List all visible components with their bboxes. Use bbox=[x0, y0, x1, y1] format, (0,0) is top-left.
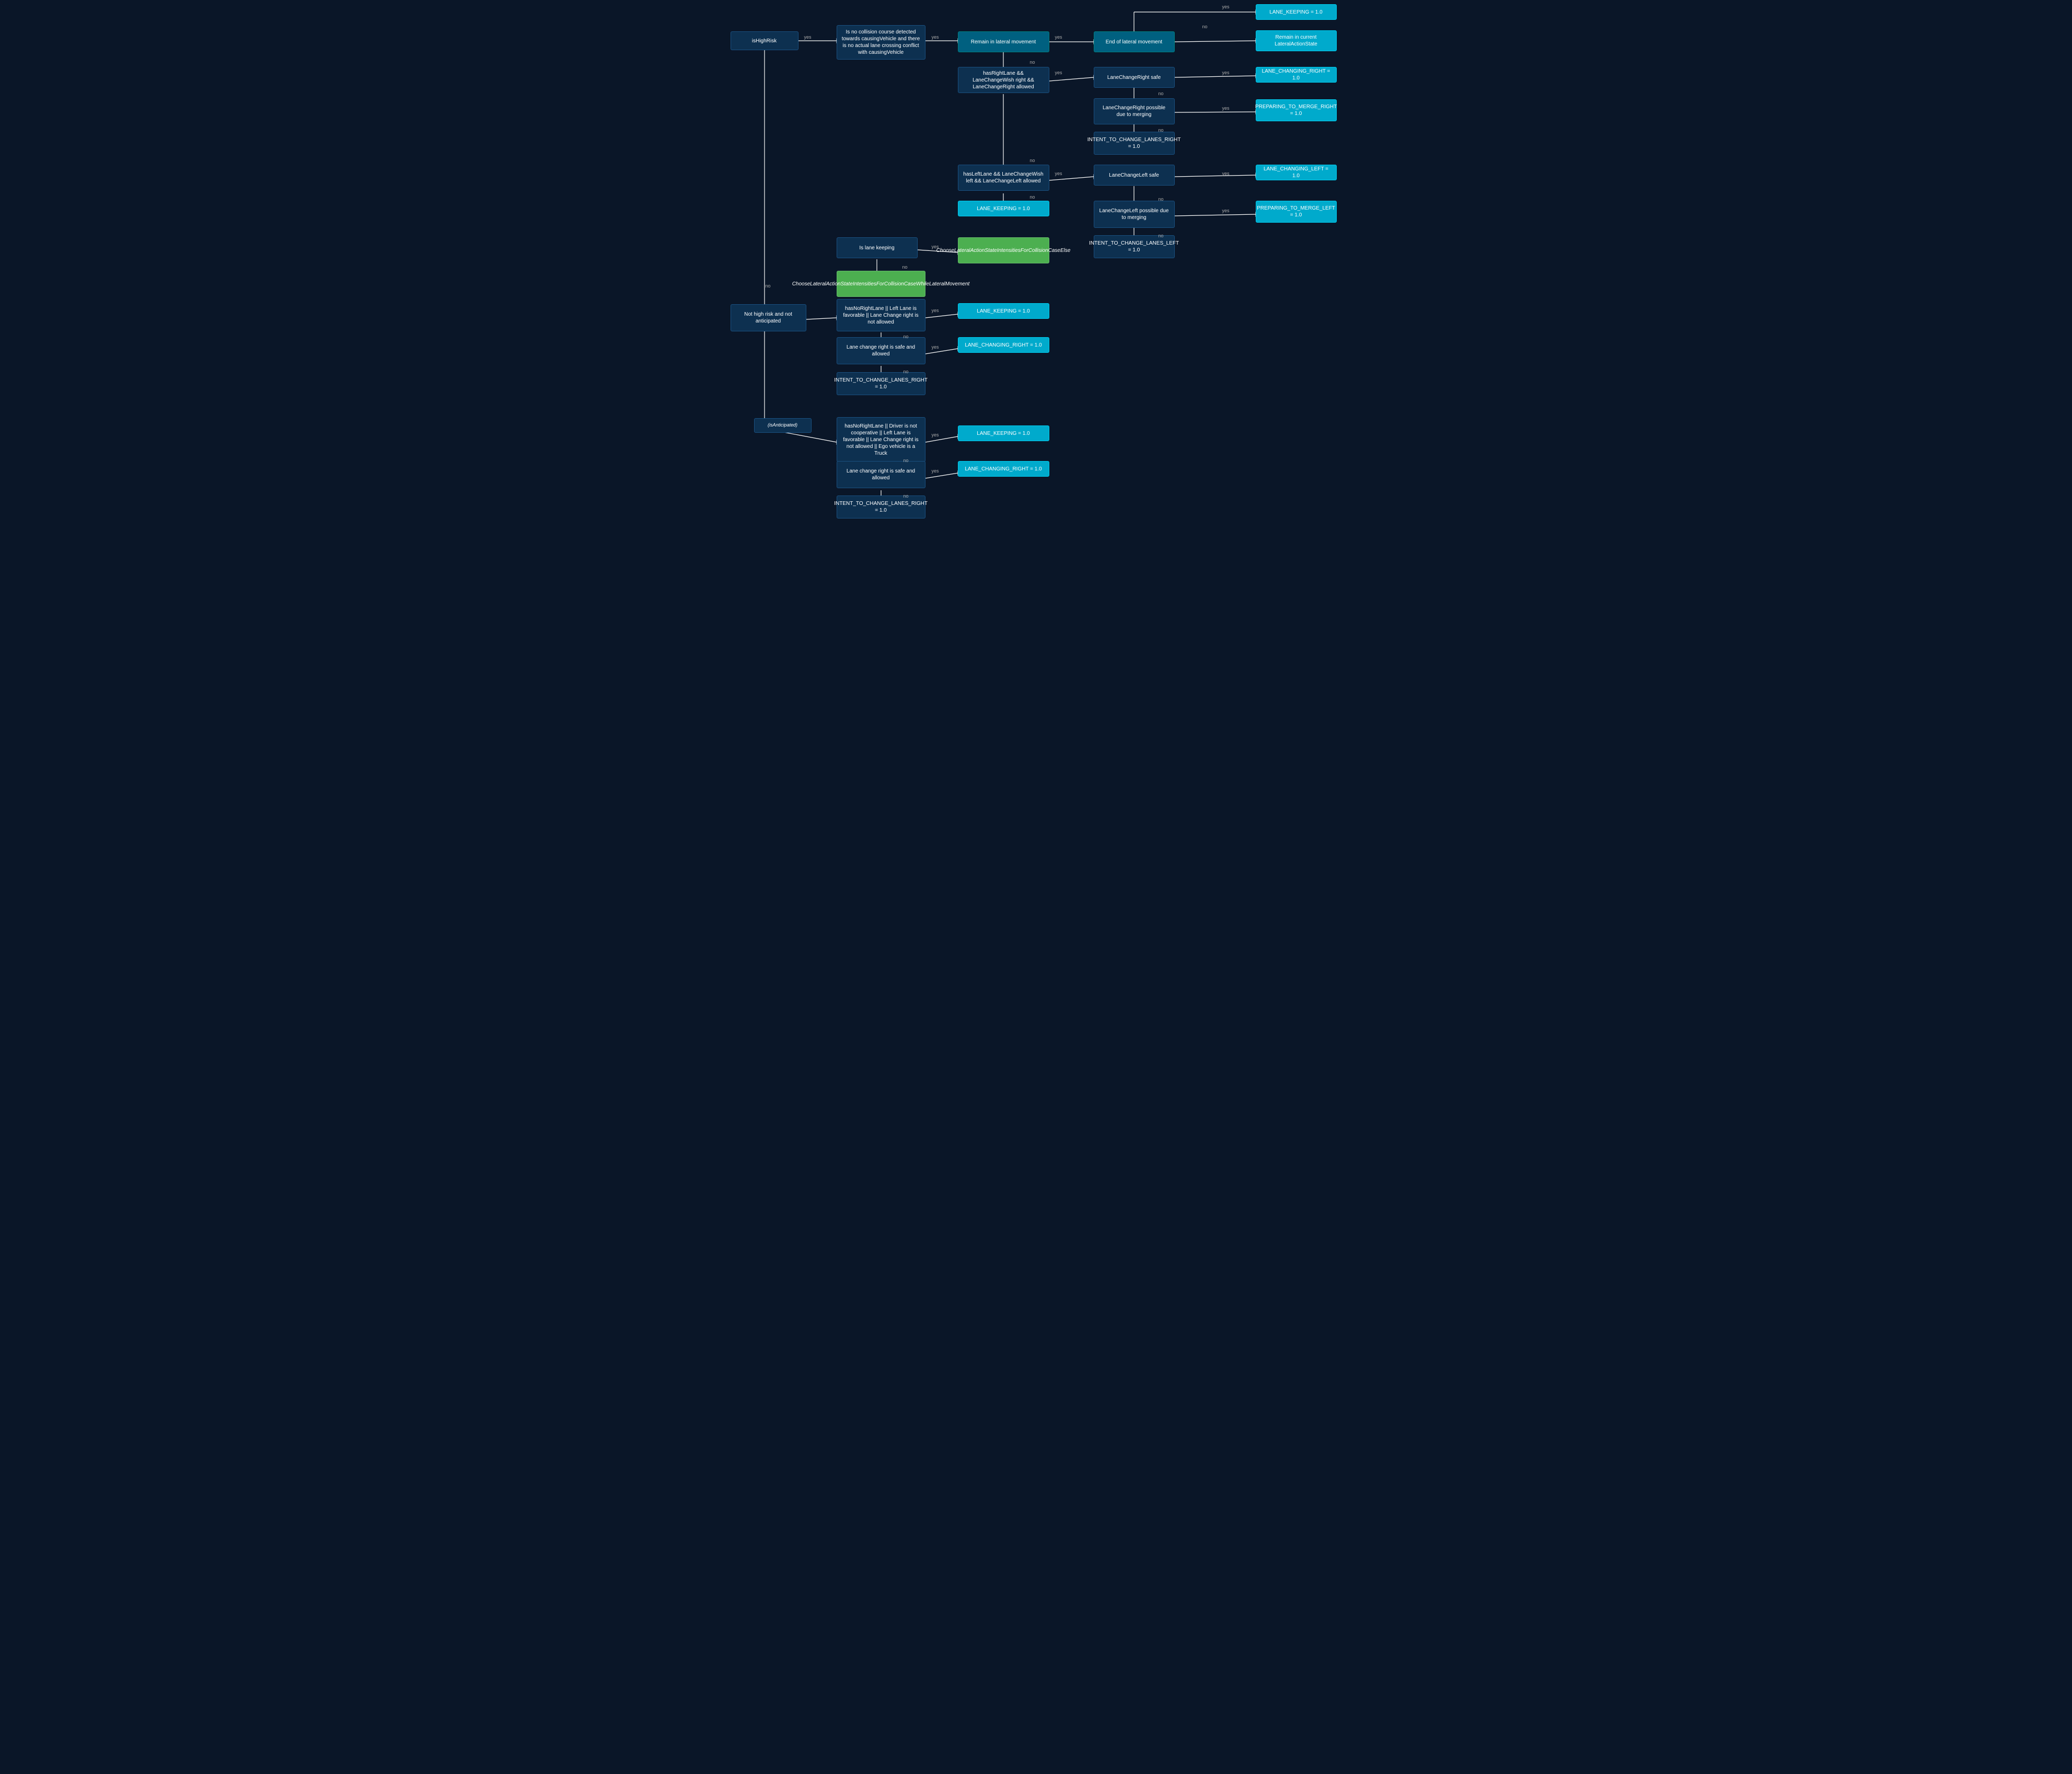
yes-lcrs2-label: yes bbox=[932, 344, 939, 350]
no-merge-l-label: no bbox=[1159, 233, 1164, 238]
intent-change-lanes-left-label: INTENT_TO_CHANGE_LANES_LEFT = 1.0 bbox=[1089, 240, 1179, 254]
preparing-merge-right-node: PREPARING_TO_MERGE_RIGHT = 1.0 bbox=[1256, 99, 1337, 121]
preparing-merge-right-label: PREPARING_TO_MERGE_RIGHT = 1.0 bbox=[1255, 103, 1337, 117]
preparing-merge-left-node: PREPARING_TO_MERGE_LEFT = 1.0 bbox=[1256, 201, 1337, 223]
no-hasright-label: no bbox=[1030, 158, 1035, 163]
lane-change-right-safe3-label: Lane change right is safe and allowed bbox=[841, 468, 921, 481]
is-anticipated-node: (isAnticipated) bbox=[754, 418, 812, 433]
intent-right3-label: INTENT_TO_CHANGE_LANES_RIGHT = 1.0 bbox=[834, 500, 928, 514]
choose-lateral-else-label: ChooseLateralActionStateIntensitiesForCo… bbox=[936, 247, 1071, 254]
yes-merge-l-label: yes bbox=[1222, 208, 1230, 213]
has-no-right-lane1-label: hasNoRightLane || Left Lane is favorable… bbox=[841, 305, 921, 326]
is-anticipated-label: (isAnticipated) bbox=[768, 422, 797, 429]
yes-2-label: yes bbox=[932, 34, 939, 40]
lane-keeping2-node: LANE_KEEPING = 1.0 bbox=[958, 201, 1049, 216]
remain-current-state-node: Remain in current LateralActionState bbox=[1256, 30, 1337, 51]
end-lateral-label: End of lateral movement bbox=[1106, 39, 1162, 45]
has-no-right-lane2-node: hasNoRightLane || Driver is not cooperat… bbox=[837, 417, 925, 462]
no-remain-label: no bbox=[1030, 60, 1035, 65]
remain-lateral-node: Remain in lateral movement bbox=[958, 31, 1049, 52]
lane-change-right-safe-label: LaneChangeRight safe bbox=[1107, 74, 1161, 81]
no-islk-label: no bbox=[902, 264, 908, 270]
yes-lk-label: yes bbox=[1222, 4, 1230, 9]
no-collision-course-node: Is no collision course detected towards … bbox=[837, 25, 925, 60]
no-end-label: no bbox=[1202, 24, 1208, 29]
has-no-right-lane1-node: hasNoRightLane || Left Lane is favorable… bbox=[837, 299, 925, 331]
lane-keeping4-node: LANE_KEEPING = 1.0 bbox=[958, 425, 1049, 441]
lane-change-right-safe2-node: Lane change right is safe and allowed bbox=[837, 337, 925, 364]
lane-changing-right2-node: LANE_CHANGING_RIGHT = 1.0 bbox=[958, 337, 1049, 353]
lane-change-left-safe-label: LaneChangeLeft safe bbox=[1109, 172, 1159, 179]
lane-change-right-merge-node: LaneChangeRight possible due to merging bbox=[1094, 98, 1175, 124]
lane-keeping4-label: LANE_KEEPING = 1.0 bbox=[977, 430, 1029, 437]
yes-nhr2-label: yes bbox=[932, 432, 939, 437]
is-lane-keeping-label: Is lane keeping bbox=[859, 245, 894, 251]
yes-3-label: yes bbox=[1055, 34, 1062, 40]
lane-changing-left-label: LANE_CHANGING_LEFT = 1.0 bbox=[1260, 166, 1332, 179]
no-lcrs3-label: no bbox=[904, 493, 909, 499]
no-lcrs2-label: no bbox=[904, 369, 909, 374]
no-hasleft-label: no bbox=[1030, 194, 1035, 200]
lane-change-left-safe-node: LaneChangeLeft safe bbox=[1094, 165, 1175, 186]
yes-lcrs3-label: yes bbox=[932, 468, 939, 474]
lane-keeping-result-label: LANE_KEEPING = 1.0 bbox=[1269, 9, 1322, 16]
lane-change-right-safe2-label: Lane change right is safe and allowed bbox=[841, 344, 921, 358]
intent-change-lanes-left-node: INTENT_TO_CHANGE_LANES_LEFT = 1.0 bbox=[1094, 235, 1175, 258]
is-lane-keeping-node: Is lane keeping bbox=[837, 237, 918, 258]
lane-changing-right3-node: LANE_CHANGING_RIGHT = 1.0 bbox=[958, 461, 1049, 477]
has-right-lane-label: hasRightLane && LaneChangeWish right && … bbox=[963, 70, 1045, 90]
has-left-lane-node: hasLeftLane && LaneChangeWish left && La… bbox=[958, 165, 1049, 191]
yes-merge-r-label: yes bbox=[1222, 106, 1230, 111]
yes-lcls-label: yes bbox=[1222, 171, 1230, 176]
lane-changing-right3-label: LANE_CHANGING_RIGHT = 1.0 bbox=[965, 466, 1041, 473]
yes-lcl-label: yes bbox=[1055, 171, 1062, 176]
lane-change-right-safe3-node: Lane change right is safe and allowed bbox=[837, 461, 925, 488]
has-right-lane-node: hasRightLane && LaneChangeWish right && … bbox=[958, 67, 1049, 93]
is-high-risk-node: isHighRisk bbox=[731, 31, 798, 50]
has-no-right-lane2-label: hasNoRightLane || Driver is not cooperat… bbox=[841, 423, 921, 457]
yes-lcr-label: yes bbox=[1222, 70, 1230, 75]
no-nhr-label: no bbox=[904, 334, 909, 339]
choose-lateral-while-label: ChooseLateralActionStateIntensitiesForCo… bbox=[792, 281, 970, 287]
remain-current-state-label: Remain in current LateralActionState bbox=[1260, 34, 1332, 48]
lane-change-left-merge-node: LaneChangeLeft possible due to merging bbox=[1094, 201, 1175, 228]
flowchart-canvas: isHighRisk Is no collision course detect… bbox=[723, 0, 1350, 554]
choose-lateral-else-node: ChooseLateralActionStateIntensitiesForCo… bbox=[958, 237, 1049, 263]
lane-change-right-safe-node: LaneChangeRight safe bbox=[1094, 67, 1175, 88]
intent-right3-node: INTENT_TO_CHANGE_LANES_RIGHT = 1.0 bbox=[837, 496, 925, 519]
yes-islk-label: yes bbox=[932, 244, 939, 249]
yes-rcr-label: yes bbox=[1055, 70, 1062, 75]
no-lcl-label: no bbox=[1159, 197, 1164, 202]
no-merge-r-label: no bbox=[1159, 128, 1164, 133]
intent-right2-node: INTENT_TO_CHANGE_LANES_RIGHT = 1.0 bbox=[837, 372, 925, 395]
no-highrisk-label: no bbox=[766, 283, 771, 289]
preparing-merge-left-label: PREPARING_TO_MERGE_LEFT = 1.0 bbox=[1257, 205, 1335, 218]
choose-lateral-while-node: ChooseLateralActionStateIntensitiesForCo… bbox=[837, 271, 925, 297]
yes-1-label: yes bbox=[804, 34, 812, 40]
lane-changing-right-label: LANE_CHANGING_RIGHT = 1.0 bbox=[1260, 68, 1332, 82]
no-rcr-label: no bbox=[1159, 91, 1164, 96]
lane-changing-right-node: LANE_CHANGING_RIGHT = 1.0 bbox=[1256, 67, 1337, 83]
intent-change-lanes-right1-label: INTENT_TO_CHANGE_LANES_RIGHT = 1.0 bbox=[1087, 136, 1181, 150]
lane-changing-left-node: LANE_CHANGING_LEFT = 1.0 bbox=[1256, 165, 1337, 180]
lane-change-left-merge-label: LaneChangeLeft possible due to merging bbox=[1098, 208, 1170, 221]
lane-keeping3-node: LANE_KEEPING = 1.0 bbox=[958, 303, 1049, 319]
lane-change-right-merge-label: LaneChangeRight possible due to merging bbox=[1098, 105, 1170, 118]
intent-change-lanes-right1-node: INTENT_TO_CHANGE_LANES_RIGHT = 1.0 bbox=[1094, 132, 1175, 155]
lane-keeping2-label: LANE_KEEPING = 1.0 bbox=[977, 205, 1029, 212]
not-high-risk-node: Not high risk and not anticipated bbox=[731, 304, 806, 331]
no-collision-course-label: Is no collision course detected towards … bbox=[841, 29, 921, 56]
is-high-risk-label: isHighRisk bbox=[752, 38, 777, 44]
lane-keeping-result-node: LANE_KEEPING = 1.0 bbox=[1256, 4, 1337, 20]
lane-keeping3-label: LANE_KEEPING = 1.0 bbox=[977, 308, 1029, 315]
remain-lateral-label: Remain in lateral movement bbox=[971, 39, 1036, 45]
intent-right2-label: INTENT_TO_CHANGE_LANES_RIGHT = 1.0 bbox=[834, 377, 928, 390]
not-high-risk-label: Not high risk and not anticipated bbox=[735, 311, 802, 325]
lane-changing-right2-label: LANE_CHANGING_RIGHT = 1.0 bbox=[965, 342, 1041, 349]
yes-nhr-label: yes bbox=[932, 308, 939, 313]
end-lateral-node: End of lateral movement bbox=[1094, 31, 1175, 52]
has-left-lane-label: hasLeftLane && LaneChangeWish left && La… bbox=[963, 171, 1045, 185]
no-nhr2-label: no bbox=[904, 458, 909, 463]
